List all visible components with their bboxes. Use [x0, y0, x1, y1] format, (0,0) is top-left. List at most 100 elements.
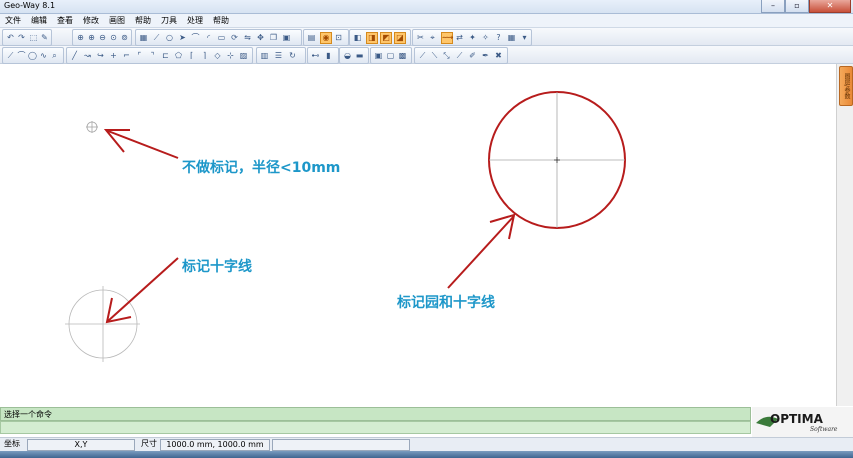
frame-b-icon[interactable]: ▢ — [386, 51, 395, 61]
star-icon[interactable]: ✧ — [481, 33, 490, 43]
arc-draw-icon[interactable]: ⌒ — [17, 51, 26, 61]
menu-modify[interactable]: 修改 — [78, 14, 104, 27]
polygon-icon[interactable]: ⬠ — [174, 51, 183, 61]
optima-logo: OPTIMA Software — [752, 407, 853, 437]
side-panel-tab[interactable]: 图层/参数 — [839, 66, 853, 106]
corner-icon[interactable]: ⌐ — [122, 51, 131, 61]
toolbar-group-dim: ⊷ ▮ — [307, 47, 339, 64]
help-icon[interactable]: ? — [494, 33, 503, 43]
frame-icon[interactable]: ▣ — [282, 33, 291, 43]
disc-icon[interactable]: ◒ — [343, 51, 352, 61]
refresh-icon[interactable]: ↻ — [288, 51, 297, 61]
curve-icon[interactable]: ↝ — [83, 51, 92, 61]
minimize-button[interactable]: – — [761, 0, 785, 13]
more-icon[interactable]: ▾ — [520, 33, 529, 43]
pen-icon[interactable]: ✒ — [481, 51, 490, 61]
zoom-window-icon[interactable]: ⊕ — [76, 33, 85, 43]
circle-cross-marker[interactable] — [488, 91, 626, 229]
polyline-icon[interactable]: ⌒ — [191, 33, 200, 43]
hook-icon[interactable]: ↪ — [96, 51, 105, 61]
status-coord-label: 坐标 — [4, 439, 20, 448]
menu-help-1[interactable]: 帮助 — [130, 14, 156, 27]
brush-icon[interactable]: ✐ — [468, 51, 477, 61]
move-icon[interactable]: ✥ — [256, 33, 265, 43]
plus-icon[interactable]: + — [109, 51, 118, 61]
pencil-icon[interactable]: ✎ — [40, 33, 49, 43]
ruler-icon[interactable]: ▮ — [324, 51, 333, 61]
rotate-icon[interactable]: ⟳ — [230, 33, 239, 43]
path-icon[interactable]: ⟿ — [441, 32, 453, 44]
render-icon[interactable]: ◧ — [353, 33, 362, 43]
line-draw-icon[interactable]: ⟋ — [6, 51, 15, 61]
drawing-canvas[interactable]: 不做标记，半径<10mm 标记十字线 标记园和十字线 — [0, 64, 836, 406]
fillet-icon[interactable]: ⌜ — [135, 51, 144, 61]
dimension-icon[interactable]: ⊷ — [311, 51, 320, 61]
offset-icon[interactable]: ⊏ — [161, 51, 170, 61]
line-icon[interactable]: ⟋ — [152, 33, 161, 43]
toolbar-group-edit: ↶ ↷ ⬚ ✎ — [2, 29, 52, 46]
fill-icon[interactable]: ◩ — [380, 32, 392, 44]
pointer-icon[interactable]: ➤ — [178, 33, 187, 43]
measure-icon[interactable]: ⌖ — [428, 33, 437, 43]
circle-draw-icon[interactable]: ◯ — [28, 51, 37, 61]
layers-icon[interactable]: ▥ — [260, 51, 269, 61]
diamond-icon[interactable]: ◇ — [213, 51, 222, 61]
frame-a-icon[interactable]: ▣ — [374, 51, 383, 61]
menu-help-2[interactable]: 帮助 — [208, 14, 234, 27]
edge-c-icon[interactable]: ⤡ — [442, 51, 451, 61]
hatch-icon[interactable]: ▨ — [239, 51, 248, 61]
edge-b-icon[interactable]: ⟍ — [430, 51, 439, 61]
circle-tool-icon[interactable]: ○ — [165, 33, 174, 43]
select-icon[interactable]: ⬚ — [29, 33, 38, 43]
bar-icon[interactable]: ▬ — [355, 51, 364, 61]
rect-icon[interactable]: ▭ — [217, 33, 226, 43]
wire-icon[interactable]: ◪ — [394, 32, 406, 44]
trim-icon[interactable]: ⌈ — [187, 51, 196, 61]
menu-file[interactable]: 文件 — [0, 14, 26, 27]
mirror-icon[interactable]: ⇋ — [243, 33, 252, 43]
knife-icon[interactable]: ✂ — [416, 33, 425, 43]
menu-tools[interactable]: 刀具 — [156, 14, 182, 27]
menu-process[interactable]: 处理 — [182, 14, 208, 27]
stack-icon[interactable]: ☰ — [274, 51, 283, 61]
menu-view[interactable]: 查看 — [52, 14, 78, 27]
shade-icon[interactable]: ◨ — [366, 32, 378, 44]
command-prompt: 选择一个命令 — [4, 410, 52, 419]
calculator-icon[interactable]: ▦ — [507, 33, 516, 43]
zoom-all-icon[interactable]: ⊙ — [109, 33, 118, 43]
zoom-fit-icon[interactable]: ⊚ — [120, 33, 129, 43]
toolbar-group-layers: ▥ ☰ ↻ — [256, 47, 306, 64]
snap-icon[interactable]: ◉ — [320, 32, 332, 44]
menu-edit[interactable]: 编辑 — [26, 14, 52, 27]
small-marker[interactable] — [86, 121, 98, 133]
edge-a-icon[interactable]: ⟋ — [418, 51, 427, 61]
zoom-out-icon[interactable]: ⊖ — [98, 33, 107, 43]
redo-icon[interactable]: ↷ — [17, 33, 26, 43]
maximize-button[interactable]: ▫ — [785, 0, 809, 13]
grid-icon[interactable]: ▦ — [139, 33, 148, 43]
command-input[interactable] — [0, 421, 751, 434]
chamfer-icon[interactable]: ⌝ — [148, 51, 157, 61]
zoom-in-icon[interactable]: ⊕ — [87, 33, 96, 43]
transform-icon[interactable]: ⇄ — [455, 33, 464, 43]
search-icon[interactable]: ⌕ — [50, 51, 59, 61]
slash-icon[interactable]: ╱ — [70, 51, 79, 61]
layer-icon[interactable]: ▤ — [307, 33, 316, 43]
copy-icon[interactable]: ❐ — [269, 33, 278, 43]
frame-c-icon[interactable]: ▩ — [398, 51, 407, 61]
arc-icon[interactable]: ◜ — [204, 33, 213, 43]
title-bar: Geo-Way 8.1 – ▫ ✕ — [0, 0, 853, 14]
lock-icon[interactable]: ⊡ — [334, 33, 343, 43]
command-prompt-row: 选择一个命令 — [0, 407, 751, 421]
eraser-icon[interactable]: ✖ — [494, 51, 503, 61]
node-icon[interactable]: ⊹ — [226, 51, 235, 61]
menu-draw[interactable]: 画图 — [104, 14, 130, 27]
cross-marker[interactable] — [65, 286, 140, 362]
wand-icon[interactable]: ✦ — [468, 33, 477, 43]
close-button[interactable]: ✕ — [809, 0, 851, 13]
spline-icon[interactable]: ∿ — [39, 51, 48, 61]
undo-icon[interactable]: ↶ — [6, 33, 15, 43]
toolbar-draw: ⟋ ⌒ ◯ ∿ ⌕ ╱ ↝ ↪ + ⌐ ⌜ ⌝ ⊏ ⬠ ⌈ ⌉ ◇ ⊹ ▨ ▥ … — [0, 46, 853, 64]
extend-icon[interactable]: ⌉ — [200, 51, 209, 61]
edge-d-icon[interactable]: ⟋ — [455, 51, 464, 61]
